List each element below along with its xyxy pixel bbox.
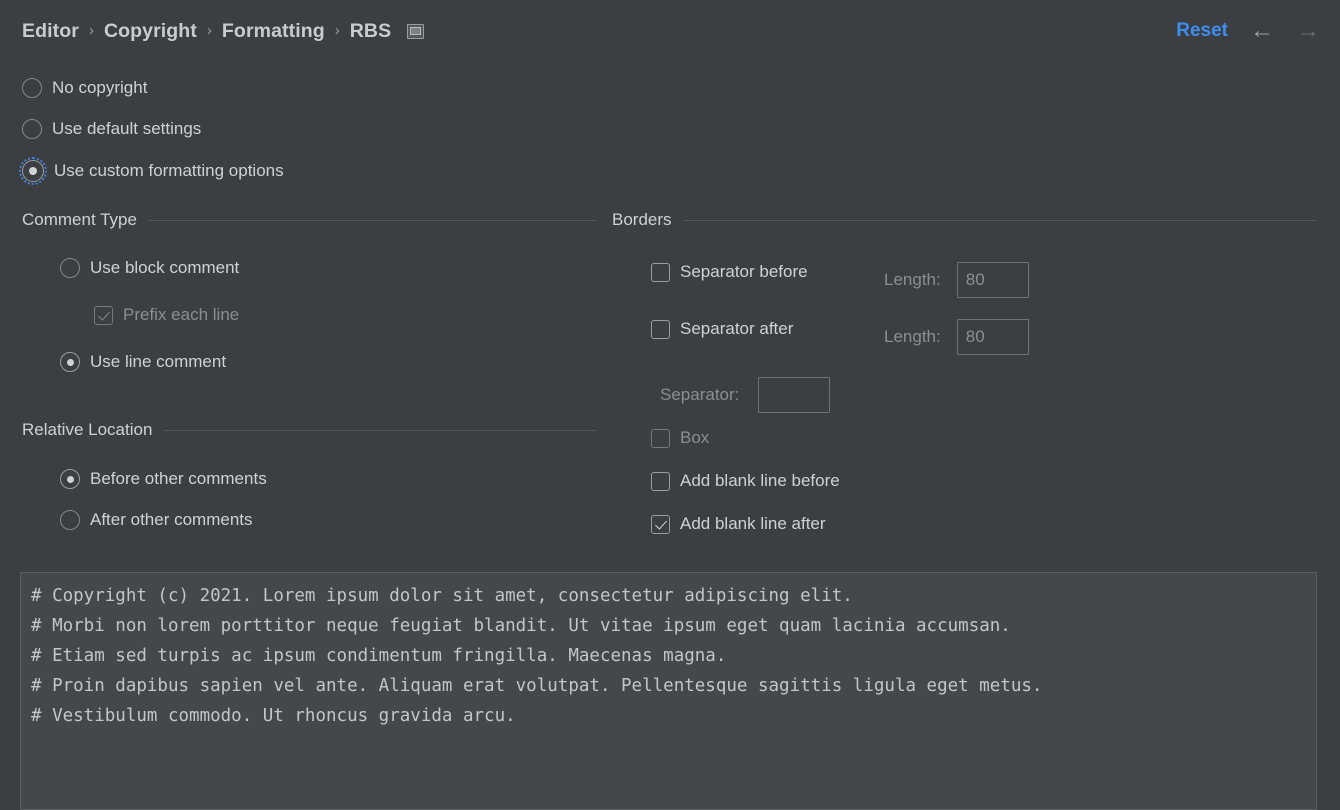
breadcrumb-item-copyright[interactable]: Copyright xyxy=(104,20,197,43)
radio-use-custom-formatting-options[interactable] xyxy=(22,160,44,182)
option-label: Separator after xyxy=(680,319,794,338)
option-label: Add blank line before xyxy=(680,471,840,490)
group-header-comment-type: Comment Type xyxy=(22,210,596,230)
option-label: Add blank line after xyxy=(680,514,826,533)
option-label: Use custom formatting options xyxy=(54,161,284,180)
back-arrow-icon[interactable]: ← xyxy=(1250,19,1274,43)
separator-after-length-input[interactable] xyxy=(956,319,1029,355)
header-bar: Editor › Copyright › Formatting › RBS Re… xyxy=(0,0,1340,62)
radio-use-block-comment[interactable] xyxy=(60,258,80,278)
group-header-borders: Borders xyxy=(612,210,1317,230)
option-separator-before[interactable]: Separator before xyxy=(651,262,808,282)
option-label: Before other comments xyxy=(90,469,267,488)
radio-before-other-comments[interactable] xyxy=(60,469,80,489)
option-label: Use block comment xyxy=(90,258,240,277)
checkbox-prefix-each-line[interactable] xyxy=(94,305,113,325)
option-use-default-settings[interactable]: Use default settings xyxy=(22,119,201,139)
breadcrumb-item-formatting[interactable]: Formatting xyxy=(222,20,325,43)
separator-label: Separator: xyxy=(660,385,740,404)
breadcrumb-separator-icon: › xyxy=(206,21,212,39)
radio-after-other-comments[interactable] xyxy=(60,510,80,530)
option-no-copyright[interactable]: No copyright xyxy=(22,78,147,98)
field-group-separator-char: Separator: xyxy=(660,377,831,413)
option-use-line-comment[interactable]: Use line comment xyxy=(60,352,226,372)
radio-use-default-settings[interactable] xyxy=(22,119,42,139)
forward-arrow-icon[interactable]: → xyxy=(1296,19,1320,43)
reset-button[interactable]: Reset xyxy=(1176,20,1228,42)
checkbox-add-blank-line-after[interactable] xyxy=(651,514,670,534)
radio-focus-ring xyxy=(18,156,48,186)
option-label: Prefix each line xyxy=(123,305,240,324)
preview-text: # Copyright (c) 2021. Lorem ipsum dolor … xyxy=(31,586,1043,726)
breadcrumb-separator-icon: › xyxy=(88,21,94,39)
group-header-relative-location: Relative Location xyxy=(22,420,596,440)
separator-before-length-input[interactable] xyxy=(956,262,1029,298)
option-label: No copyright xyxy=(52,78,148,97)
option-box[interactable]: Box xyxy=(651,428,709,448)
group-title: Borders xyxy=(612,210,672,229)
option-label: Use default settings xyxy=(52,119,202,138)
breadcrumb-item-rbs[interactable]: RBS xyxy=(350,20,391,43)
checkbox-separator-after[interactable] xyxy=(651,319,670,339)
breadcrumb-separator-icon: › xyxy=(334,21,340,39)
length-label: Length: xyxy=(884,327,941,346)
option-add-blank-line-before[interactable]: Add blank line before xyxy=(651,471,840,491)
header-actions: Reset ← → xyxy=(1176,0,1320,62)
group-title: Comment Type xyxy=(22,210,137,229)
option-add-blank-line-after[interactable]: Add blank line after xyxy=(651,514,826,534)
group-title: Relative Location xyxy=(22,420,153,439)
breadcrumb: Editor › Copyright › Formatting › RBS xyxy=(22,20,425,43)
group-divider xyxy=(164,429,596,431)
option-label: Separator before xyxy=(680,262,808,281)
radio-use-line-comment[interactable] xyxy=(60,352,80,372)
option-use-custom-formatting-options[interactable]: Use custom formatting options xyxy=(18,156,284,186)
checkbox-add-blank-line-before[interactable] xyxy=(651,471,670,491)
radio-no-copyright[interactable] xyxy=(22,78,42,98)
checkbox-box[interactable] xyxy=(651,428,670,448)
copyright-preview-area[interactable]: # Copyright (c) 2021. Lorem ipsum dolor … xyxy=(20,572,1317,810)
length-label: Length: xyxy=(884,270,941,289)
field-group-separator-before-length: Length: xyxy=(884,262,1029,298)
option-label: Use line comment xyxy=(90,352,227,371)
module-icon xyxy=(407,23,425,39)
field-group-separator-after-length: Length: xyxy=(884,319,1029,355)
option-separator-after[interactable]: Separator after xyxy=(651,319,793,339)
group-divider xyxy=(148,219,596,221)
option-prefix-each-line[interactable]: Prefix each line xyxy=(94,305,239,325)
option-after-other-comments[interactable]: After other comments xyxy=(60,510,253,530)
group-divider xyxy=(683,219,1317,221)
breadcrumb-item-editor[interactable]: Editor xyxy=(22,20,79,43)
option-use-block-comment[interactable]: Use block comment xyxy=(60,258,239,278)
checkbox-separator-before[interactable] xyxy=(651,262,670,282)
option-label: After other comments xyxy=(90,510,253,529)
separator-char-input[interactable] xyxy=(758,377,831,413)
option-label: Box xyxy=(680,428,710,447)
option-before-other-comments[interactable]: Before other comments xyxy=(60,469,267,489)
